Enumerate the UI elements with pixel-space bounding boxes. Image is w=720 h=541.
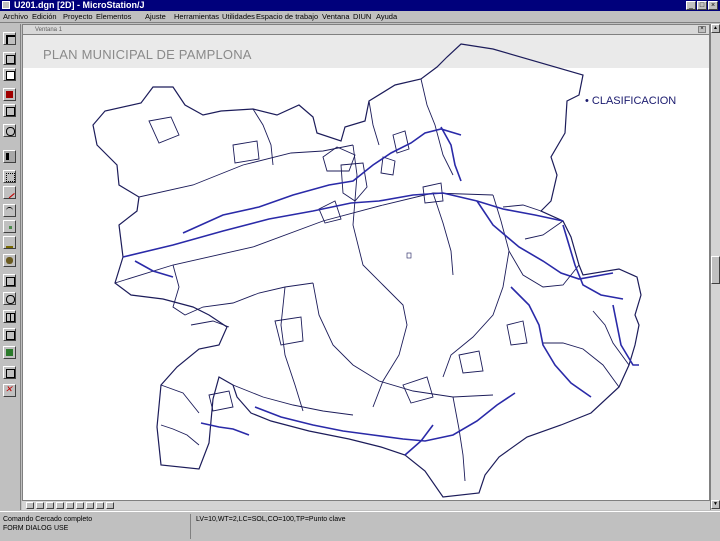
rotate-view-icon[interactable] [76, 502, 84, 509]
scroll-up-icon[interactable]: ▲ [711, 24, 720, 33]
maximize-button[interactable]: □ [697, 1, 707, 10]
menu-ventana[interactable]: Ventana [322, 11, 350, 22]
menu-proyecto[interactable]: Proyecto [63, 11, 93, 22]
line-icon[interactable] [3, 186, 16, 199]
zoom-icon[interactable] [3, 292, 16, 305]
legend-label: • CLASIFICACION [585, 95, 677, 107]
text-icon[interactable] [3, 236, 16, 249]
view-window[interactable]: Ventana 1 × PLAN MUNICIPAL DE PAMPLONA •… [22, 24, 710, 510]
municipal-boundary [92, 43, 642, 498]
menu-utilidades[interactable]: Utilidades [222, 11, 255, 22]
minimize-button[interactable]: _ [686, 1, 696, 10]
menu-ayuda[interactable]: Ayuda [376, 11, 397, 22]
zoom-out-icon[interactable] [46, 502, 54, 509]
measure-icon[interactable] [3, 328, 16, 341]
window-area-icon[interactable] [56, 502, 64, 509]
menu-diun[interactable]: DIUN [353, 11, 371, 22]
settings-icon[interactable] [3, 366, 16, 379]
menu-bar: Archivo Edición Proyecto Elementos Ajust… [0, 11, 720, 22]
point-icon[interactable] [3, 220, 16, 233]
view-next-icon[interactable] [106, 502, 114, 509]
element-selection-icon[interactable] [3, 32, 16, 45]
view-icon[interactable] [3, 310, 16, 323]
menu-herramientas[interactable]: Herramientas [174, 11, 219, 22]
map-marker [406, 252, 412, 259]
status-bar: Comando Cercado completo FORM DIALOG USE… [0, 511, 720, 541]
scroll-thumb[interactable] [711, 256, 720, 284]
zoom-in-icon[interactable] [36, 502, 44, 509]
close-button[interactable]: × [708, 1, 718, 10]
view-previous-icon[interactable] [96, 502, 104, 509]
pan-view-icon[interactable] [86, 502, 94, 509]
view-control-icon[interactable] [26, 502, 34, 509]
menu-separator [0, 22, 720, 23]
menu-ajuste[interactable]: Ajuste [145, 11, 166, 22]
move-icon[interactable] [3, 68, 16, 81]
window-title: U201.dgn [2D] - MicroStation/J [14, 0, 145, 10]
pattern-icon[interactable] [3, 346, 16, 359]
menu-espacio-trabajo[interactable]: Espacio de trabajo [256, 11, 318, 22]
parcels [148, 116, 528, 412]
arc-icon[interactable] [3, 204, 16, 217]
status-divider [190, 514, 191, 539]
main-toolbox: ✕ [0, 24, 21, 510]
status-message: FORM DIALOG USE [3, 525, 69, 532]
delete-icon[interactable]: ✕ [3, 384, 16, 397]
status-attributes: LV=10,WT=2,LC=SOL,CO=100,TP=Punto clave [196, 516, 346, 523]
title-bar: U201.dgn [2D] - MicroStation/J _ □ × [0, 0, 720, 11]
fence-icon[interactable] [3, 88, 16, 101]
zone-lines [114, 78, 630, 482]
scale-icon[interactable] [3, 104, 16, 117]
road-network [122, 126, 639, 456]
scroll-down-icon[interactable]: ▼ [711, 500, 720, 509]
rotate-icon[interactable] [3, 124, 16, 137]
menu-archivo[interactable]: Archivo [3, 11, 28, 22]
vertical-scrollbar[interactable]: ▲ ▼ [710, 24, 720, 510]
fit-view-icon[interactable] [66, 502, 74, 509]
view-control-bar [22, 500, 710, 510]
pointer-icon[interactable] [3, 150, 16, 163]
dimension-icon[interactable] [3, 274, 16, 287]
place-block-icon[interactable] [3, 170, 16, 183]
cell-icon[interactable] [3, 254, 16, 267]
copy-icon[interactable] [3, 52, 16, 65]
status-command: Comando Cercado completo [3, 516, 93, 523]
app-icon[interactable] [2, 1, 10, 9]
menu-edicion[interactable]: Edición [32, 11, 57, 22]
menu-elementos[interactable]: Elementos [96, 11, 131, 22]
